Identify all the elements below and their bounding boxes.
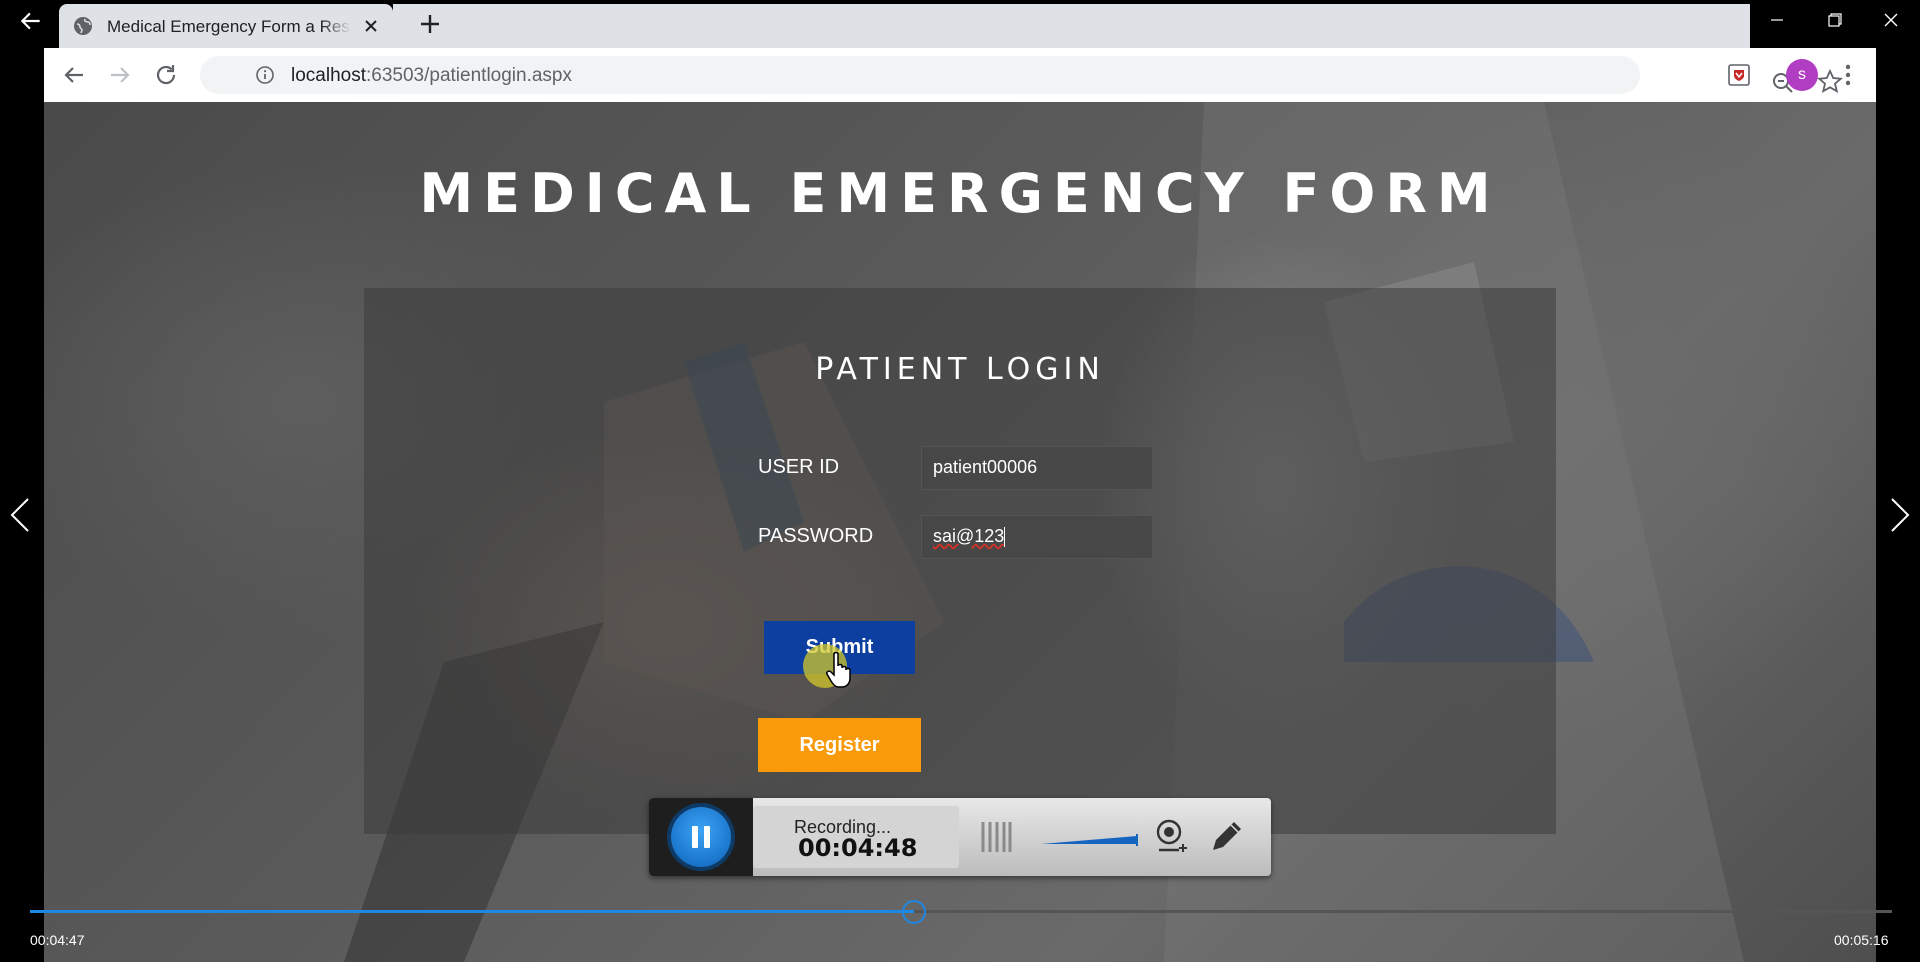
window-close-icon[interactable]: [1862, 0, 1920, 40]
user-id-label: USER ID: [758, 456, 840, 478]
previous-arrow-icon[interactable]: [8, 495, 32, 535]
password-input[interactable]: sai@123: [921, 515, 1153, 559]
text-caret: [1004, 527, 1006, 548]
minimize-icon[interactable]: [1748, 0, 1806, 40]
profile-avatar[interactable]: s: [1786, 59, 1818, 91]
current-time: 00:04:47: [30, 932, 85, 948]
info-icon[interactable]: [256, 66, 274, 84]
pause-recording-button[interactable]: [671, 807, 731, 867]
user-id-input[interactable]: patient00006: [921, 446, 1153, 490]
window-back-icon[interactable]: [18, 8, 44, 34]
more-menu-icon[interactable]: [1834, 61, 1862, 89]
page-title: MEDICAL EMERGENCY FORM: [419, 162, 1501, 225]
url-path: :63503/patientlogin.aspx: [366, 65, 572, 86]
new-tab-icon[interactable]: [416, 10, 444, 38]
audio-level-icon: [981, 822, 1012, 852]
browser-tabbar: Medical Emergency Form a Responsive Widg…: [0, 0, 1920, 48]
tab-title: Medical Emergency Form a Responsive Widg…: [107, 17, 351, 37]
seek-progress: [30, 910, 915, 913]
url-host: localhost: [291, 65, 366, 86]
password-label: PASSWORD: [758, 525, 874, 547]
volume-slider[interactable]: [1041, 834, 1141, 846]
address-bar[interactable]: localhost:63503/patientlogin.aspx: [200, 56, 1843, 94]
globe-icon: [74, 17, 92, 35]
extension-shield-icon[interactable]: [1726, 62, 1752, 88]
hand-cursor-icon: [826, 651, 851, 688]
register-button[interactable]: Register: [758, 718, 921, 772]
password-value: sai@123: [933, 526, 1005, 546]
recorder-widget: Recording... 00:04:48: [649, 798, 1271, 876]
recorder-elapsed: 00:04:48: [798, 834, 918, 862]
restore-icon[interactable]: [1805, 0, 1863, 40]
browser-toolbar: localhost:63503/patientlogin.aspx s: [44, 48, 1876, 102]
seek-track[interactable]: [30, 910, 1892, 913]
login-panel: PATIENT LOGIN USER ID patient00006 PASSW…: [364, 288, 1556, 834]
back-icon[interactable]: [60, 61, 88, 89]
total-time: 00:05:16: [1834, 932, 1889, 948]
forward-icon[interactable]: [106, 61, 134, 89]
browser-tab[interactable]: Medical Emergency Form a Responsive Widg…: [59, 4, 393, 48]
tab-strip: [393, 4, 1750, 48]
recorder-left: [649, 798, 753, 876]
pen-icon[interactable]: [1207, 816, 1247, 856]
close-tab-icon[interactable]: [361, 16, 381, 36]
next-arrow-icon[interactable]: [1888, 495, 1912, 535]
login-heading: PATIENT LOGIN: [815, 352, 1105, 387]
webcam-icon[interactable]: [1151, 816, 1191, 856]
url-text: localhost:63503/patientlogin.aspx: [291, 65, 572, 87]
reload-icon[interactable]: [152, 61, 180, 89]
